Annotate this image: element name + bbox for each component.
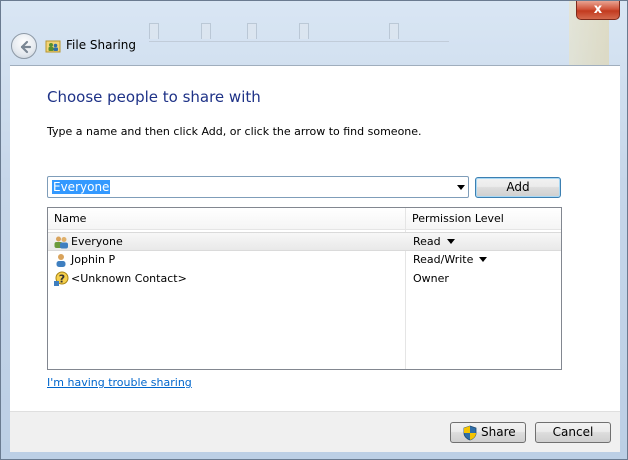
permission-dropdown[interactable]: Read: [413, 235, 455, 248]
share-button-label: Share: [481, 425, 516, 439]
permission-value: Read/Write: [413, 253, 474, 266]
column-header-name[interactable]: Name: [54, 212, 86, 225]
permission-value: Owner: [413, 272, 449, 285]
chevron-down-icon[interactable]: [446, 239, 455, 244]
column-header-permission[interactable]: Permission Level: [412, 212, 504, 225]
ghost-tab: [299, 23, 309, 39]
window-frame: x File Sharing Choose people to share wi…: [0, 0, 628, 460]
ghost-tab: [149, 23, 159, 39]
chevron-down-icon[interactable]: [479, 257, 488, 262]
back-button[interactable]: [11, 33, 37, 59]
dropdown-arrow-icon[interactable]: [457, 185, 465, 190]
back-arrow-icon: [20, 40, 32, 54]
user-icon: [56, 254, 66, 267]
permission-value: Read: [413, 235, 441, 248]
instruction-text: Type a name and then click Add, or click…: [47, 125, 422, 138]
name-input-value[interactable]: Everyone: [52, 180, 111, 194]
row-name: Everyone: [71, 235, 123, 248]
row-name: Jophin P: [71, 253, 116, 266]
list-row-jophin[interactable]: Jophin P Read/Write: [48, 251, 561, 270]
close-button[interactable]: x: [576, 1, 620, 20]
ghost-tab: [247, 23, 257, 39]
svg-text:?: ?: [59, 273, 65, 286]
share-button[interactable]: Share: [450, 422, 526, 443]
ghost-groupbox: [149, 41, 449, 57]
ghost-tab: [201, 23, 211, 39]
trouble-sharing-link[interactable]: I'm having trouble sharing: [47, 376, 192, 389]
dialog-content: Choose people to share with Type a name …: [10, 65, 620, 412]
cancel-button[interactable]: Cancel: [535, 422, 611, 443]
permission-dropdown[interactable]: Read/Write: [413, 253, 488, 266]
ghost-tab: [389, 23, 399, 39]
add-button[interactable]: Add: [475, 177, 561, 198]
list-row-unknown[interactable]: ? <Unknown Contact> Owner: [48, 270, 561, 289]
window-title: File Sharing: [66, 38, 136, 52]
list-header: Name Permission Level: [48, 208, 561, 230]
background-properties-tabs: [139, 19, 469, 59]
dialog-footer: Share Cancel: [10, 411, 620, 452]
page-heading: Choose people to share with: [47, 88, 261, 106]
group-icon: [54, 236, 68, 249]
name-combobox[interactable]: Everyone: [47, 176, 469, 198]
unknown-contact-icon: ?: [54, 271, 69, 286]
file-sharing-icon: [45, 40, 61, 53]
list-row-everyone[interactable]: Everyone Read: [48, 232, 561, 251]
sharing-list[interactable]: Name Permission Level Everyone Read Joph…: [47, 207, 562, 370]
uac-shield-icon: [463, 425, 477, 441]
row-name: <Unknown Contact>: [71, 272, 187, 285]
